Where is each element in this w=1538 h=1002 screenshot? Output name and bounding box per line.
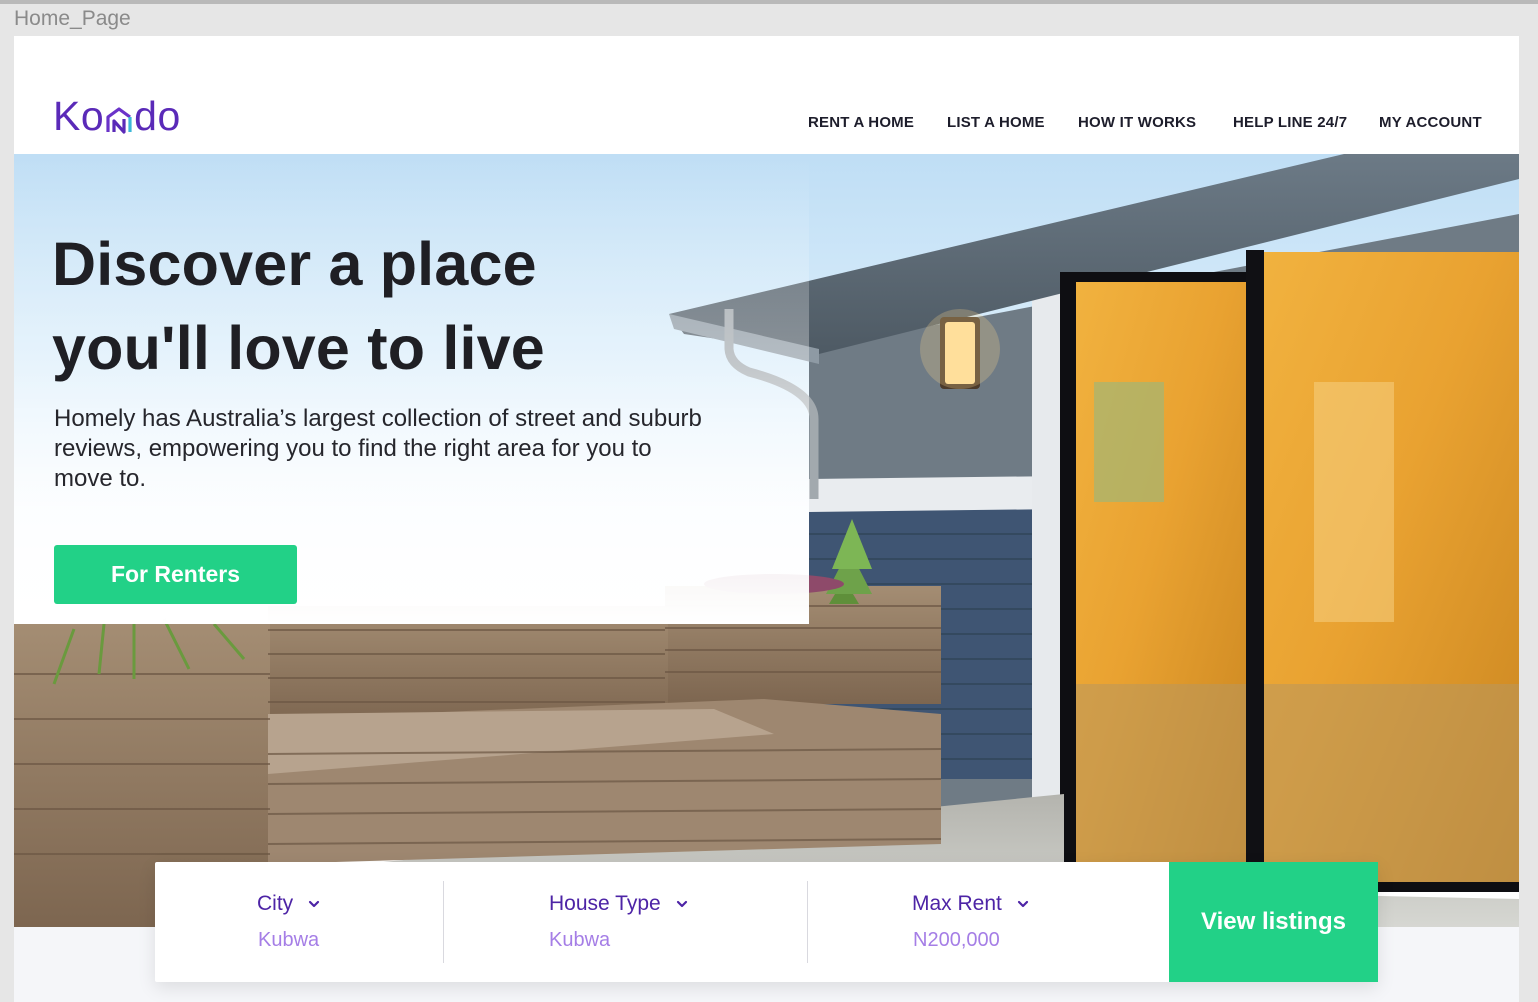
chevron-down-icon	[309, 900, 320, 908]
house-type-label: House Type	[549, 892, 661, 915]
house-type-value: Kubwa	[549, 929, 611, 951]
home-page: Ko do RENT A HOME LIST A HOME HOW IT WOR…	[14, 36, 1519, 1002]
artboard-label: Home_Page	[14, 7, 131, 30]
chevron-down-icon	[676, 900, 687, 908]
house-type-dropdown[interactable]: House Type Kubwa	[444, 862, 807, 982]
nav-help-line[interactable]: HELP LINE 24/7	[1233, 114, 1347, 131]
house-type-label-row: House Type	[549, 892, 689, 916]
headline-line-2: you'll love to live	[52, 314, 545, 382]
nav-my-account[interactable]: MY ACCOUNT	[1379, 114, 1482, 131]
nav-list-a-home[interactable]: LIST A HOME	[947, 114, 1045, 131]
max-rent-label-row: Max Rent	[912, 892, 1030, 916]
max-rent-value: N200,000	[913, 929, 1000, 951]
frame-top-border	[0, 0, 1538, 4]
view-listings-button[interactable]: View listings	[1169, 862, 1378, 982]
max-rent-label: Max Rent	[912, 892, 1002, 915]
site-header: Ko do RENT A HOME LIST A HOME HOW IT WOR…	[14, 36, 1519, 154]
listing-search-bar: City Kubwa House Type Kubwa Max Rent N20…	[155, 862, 1378, 982]
headline-line-1: Discover a place	[52, 230, 537, 298]
hero-headline: Discover a place you'll love to live	[52, 222, 752, 390]
city-label: City	[257, 892, 294, 915]
nav-rent-a-home[interactable]: RENT A HOME	[808, 114, 914, 131]
max-rent-dropdown[interactable]: Max Rent N200,000	[808, 862, 1169, 982]
city-label-row: City	[257, 892, 321, 916]
main-nav: RENT A HOME LIST A HOME HOW IT WORKS HEL…	[14, 114, 1519, 136]
city-dropdown[interactable]: City Kubwa	[155, 862, 443, 982]
city-value: Kubwa	[258, 929, 320, 951]
chevron-down-icon	[1017, 900, 1028, 908]
for-renters-button[interactable]: For Renters	[54, 545, 297, 604]
nav-how-it-works[interactable]: HOW IT WORKS	[1078, 114, 1196, 131]
hero-description: Homely has Australia’s largest collectio…	[54, 405, 702, 492]
hero-section: Discover a place you'll love to live Hom…	[14, 154, 1519, 927]
